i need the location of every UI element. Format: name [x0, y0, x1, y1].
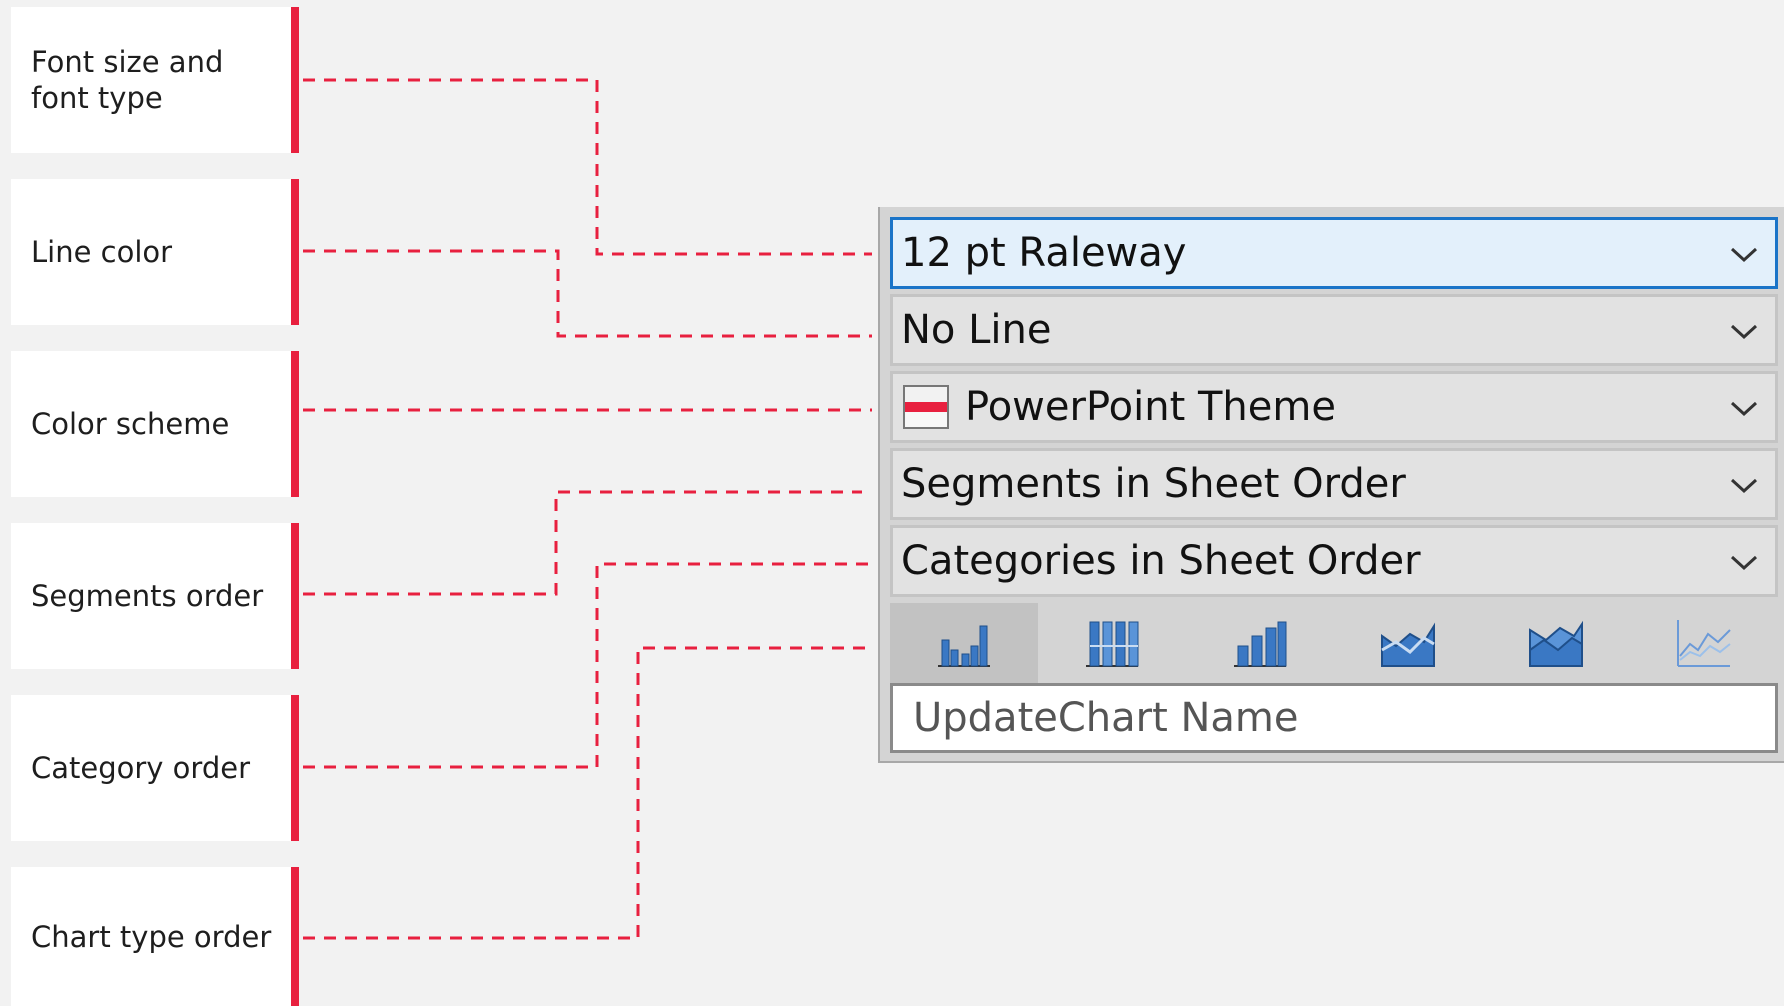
connector-line — [303, 249, 872, 338]
category-order-dropdown[interactable]: Categories in Sheet Order — [890, 525, 1778, 597]
font-dropdown[interactable]: 12 pt Raleway — [890, 217, 1778, 289]
chart-type-row — [890, 603, 1778, 683]
chart-type-column[interactable] — [1186, 603, 1334, 683]
chevron-down-icon[interactable] — [1729, 476, 1759, 496]
font-dropdown-value: 12 pt Raleway — [901, 230, 1187, 276]
chevron-down-icon[interactable] — [1729, 322, 1759, 342]
chevron-down-icon[interactable] — [1729, 553, 1759, 573]
clustered-column-chart-icon — [938, 625, 990, 667]
line-chart-icon — [1677, 620, 1731, 667]
segments-order-dropdown[interactable]: Segments in Sheet Order — [890, 448, 1778, 520]
segments-dropdown-value: Segments in Sheet Order — [901, 461, 1406, 507]
chevron-down-icon[interactable] — [1729, 399, 1759, 419]
color-scheme-dropdown[interactable]: PowerPoint Theme — [890, 371, 1778, 443]
color-swatch-icon — [903, 385, 949, 429]
line-color-dropdown[interactable]: No Line — [890, 294, 1778, 366]
chart-type-clustered-column[interactable] — [890, 603, 1038, 683]
chart-type-area[interactable] — [1482, 603, 1630, 683]
stacked-column-chart-icon — [1086, 621, 1139, 667]
chevron-down-icon[interactable] — [1729, 245, 1759, 265]
categories-dropdown-value: Categories in Sheet Order — [901, 538, 1421, 584]
color-dropdown-value: PowerPoint Theme — [965, 384, 1336, 430]
line-area-chart-icon — [1381, 622, 1435, 667]
chart-type-stacked-column[interactable] — [1038, 603, 1186, 683]
column-chart-icon — [1234, 621, 1287, 667]
chart-type-line[interactable] — [1630, 603, 1778, 683]
chart-type-line-area[interactable] — [1334, 603, 1482, 683]
connector-segments — [303, 490, 862, 596]
chart-name-value: UpdateChart Name — [913, 695, 1299, 741]
area-chart-icon — [1529, 620, 1583, 667]
chart-settings-panel: 12 pt Raleway No Line PowerPoint Theme S… — [878, 207, 1784, 763]
line-dropdown-value: No Line — [901, 307, 1052, 353]
connector-charttype — [303, 646, 872, 940]
connector-font — [303, 78, 872, 256]
chart-name-field[interactable]: UpdateChart Name — [890, 683, 1778, 753]
